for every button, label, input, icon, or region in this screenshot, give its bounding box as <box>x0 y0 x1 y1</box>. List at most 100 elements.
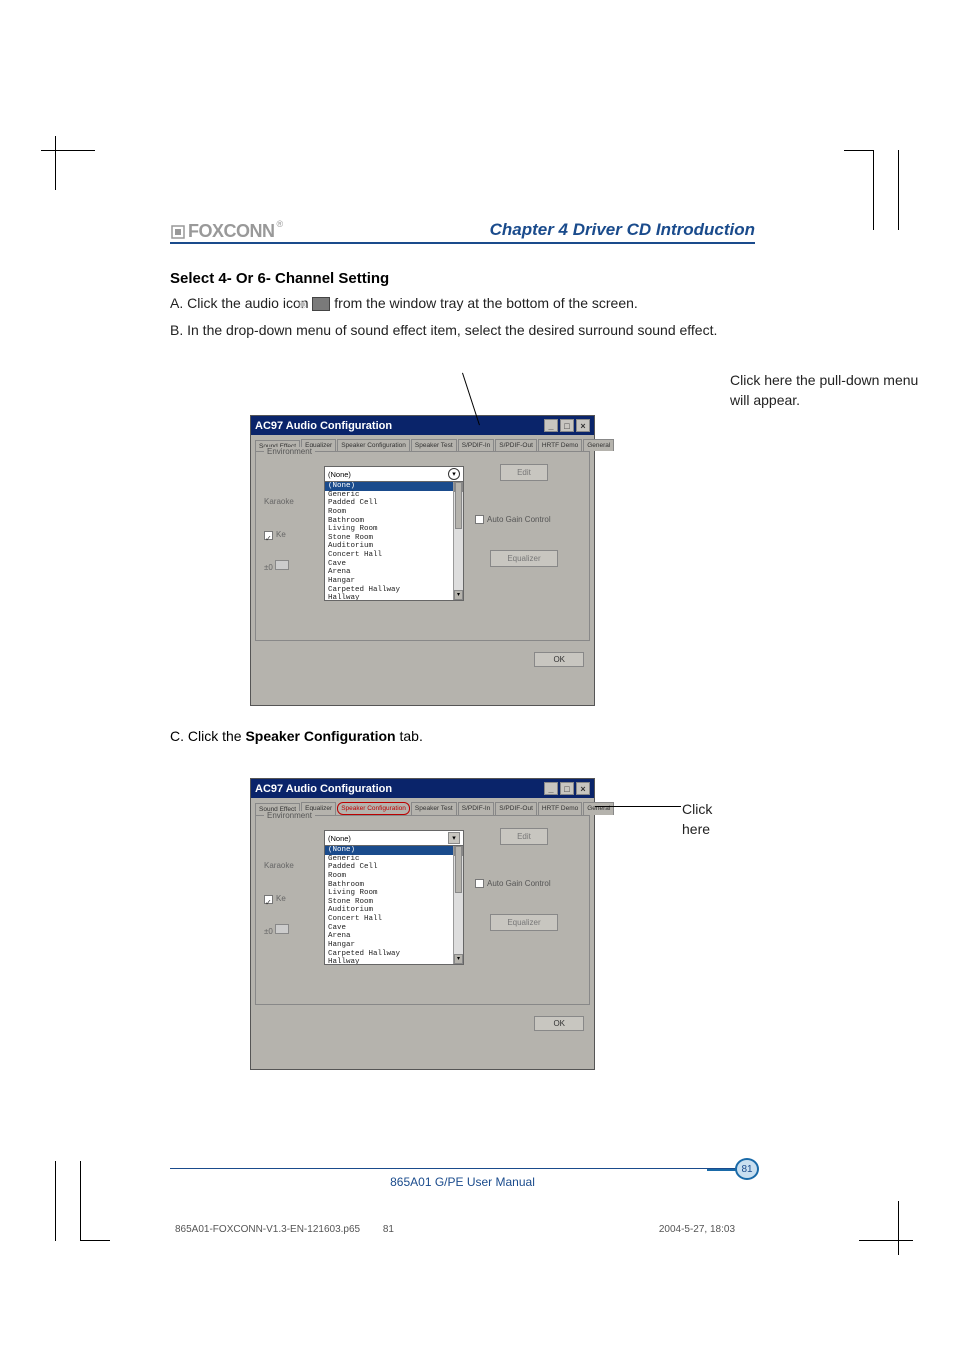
maximize-button[interactable]: □ <box>560 782 574 795</box>
dialog-bottom-bar: OK <box>251 645 594 705</box>
dropdown-item[interactable]: Arena <box>325 932 463 941</box>
audio-tray-icon <box>312 297 330 311</box>
step-a-suffix: from the window tray at the bottom of th… <box>334 295 637 311</box>
tab-general[interactable]: General <box>583 439 614 451</box>
edit-button[interactable]: Edit <box>500 828 548 845</box>
dropdown-item[interactable]: Hallway <box>325 958 463 964</box>
checkbox[interactable] <box>264 531 273 540</box>
scroll-thumb[interactable] <box>455 482 462 529</box>
dropdown-item[interactable]: (None) <box>325 846 463 855</box>
step-c: C. Click the Speaker Configuration tab. <box>170 728 755 744</box>
dropdown-item[interactable]: Living Room <box>325 889 463 898</box>
dropdown-item[interactable]: Living Room <box>325 525 463 534</box>
chevron-down-icon[interactable]: ▾ <box>448 468 460 480</box>
scroll-thumb[interactable] <box>455 846 462 893</box>
tab-spdif-in[interactable]: S/PDIF-In <box>458 439 495 451</box>
tab-hrtf-demo[interactable]: HRTF Demo <box>538 439 582 451</box>
dropdown-item[interactable]: Room <box>325 872 463 881</box>
dialog-2-wrap: Click here AC97 Audio Configuration _ □ … <box>250 778 595 1070</box>
dropdown-item[interactable]: Carpeted Hallway <box>325 950 463 959</box>
ac97-dialog-2: AC97 Audio Configuration _ □ × Sound Eff… <box>250 778 595 1070</box>
crop-mark-top-left <box>55 150 95 190</box>
tab-spdif-out[interactable]: S/PDIF-Out <box>495 439 537 451</box>
dropdown-item[interactable]: Hallway <box>325 594 463 600</box>
dropdown-item[interactable]: Room <box>325 508 463 517</box>
equalizer-button[interactable]: Equalizer <box>490 550 557 567</box>
crop-mark-bottom-left <box>55 1161 115 1241</box>
agc-label: Auto Gain Control <box>487 515 551 524</box>
dropdown-item[interactable]: Hangar <box>325 941 463 950</box>
maximize-button[interactable]: □ <box>560 419 574 432</box>
minimize-button[interactable]: _ <box>544 782 558 795</box>
print-timestamp: 2004-5-27, 18:03 <box>659 1224 735 1235</box>
dropdown-item[interactable]: Stone Room <box>325 534 463 543</box>
dropdown-list[interactable]: (None) Generic Padded Cell Room Bathroom… <box>325 482 463 600</box>
equalizer-button[interactable]: Equalizer <box>490 914 557 931</box>
checkbox-label: Ke <box>276 894 286 903</box>
dropdown-item[interactable]: Auditorium <box>325 542 463 551</box>
close-button[interactable]: × <box>576 419 590 432</box>
logo-icon <box>170 224 186 240</box>
dropdown-item[interactable]: Carpeted Hallway <box>325 586 463 595</box>
environment-dropdown[interactable]: (None) ▾ (None) Generic Padded Cell Room… <box>324 830 464 965</box>
dropdown-item[interactable]: Padded Cell <box>325 499 463 508</box>
step-a: A. Click the audio icon from the window … <box>170 293 755 314</box>
tab-spdif-out[interactable]: S/PDIF-Out <box>495 802 537 815</box>
step-c-bold: Speaker Configuration <box>245 728 395 744</box>
agc-checkbox[interactable] <box>475 515 484 524</box>
dropdown-selected: (None) <box>328 834 351 843</box>
dropdown-item[interactable]: Bathroom <box>325 517 463 526</box>
tab-speaker-test[interactable]: Speaker Test <box>411 802 457 815</box>
tab-speaker-config[interactable]: Speaker Configuration <box>337 802 410 815</box>
annotation-click-here: Click here <box>682 799 712 840</box>
page-header: FOXCONN ® Chapter 4 Driver CD Introducti… <box>170 220 755 244</box>
dropdown-selected-row[interactable]: (None) ▾ <box>325 831 463 846</box>
dropdown-item[interactable]: Hangar <box>325 577 463 586</box>
dropdown-item[interactable]: Cave <box>325 924 463 933</box>
scrollbar[interactable]: ▴ ▾ <box>453 482 463 600</box>
karaoke-group: Karaoke Ke ±0 <box>264 856 294 942</box>
source-file: 865A01-FOXCONN-V1.3-EN-121603.p65 <box>175 1224 360 1235</box>
environment-panel: Environment (None) ▾ (None) Generic Padd… <box>255 815 590 1005</box>
section-title: Select 4- Or 6- Channel Setting <box>170 270 755 287</box>
agc-checkbox[interactable] <box>475 879 484 888</box>
ok-button[interactable]: OK <box>534 652 584 667</box>
tab-hrtf-demo[interactable]: HRTF Demo <box>538 802 582 815</box>
dialog-bottom-bar: OK <box>251 1009 594 1069</box>
environment-dropdown[interactable]: (None) ▾ (None) Generic Padded Cell Room… <box>324 466 464 601</box>
dropdown-selected: (None) <box>328 470 351 479</box>
annotation-line-2 <box>595 806 681 807</box>
dropdown-item[interactable]: Generic <box>325 855 463 864</box>
dropdown-item[interactable]: Stone Room <box>325 898 463 907</box>
close-button[interactable]: × <box>576 782 590 795</box>
chevron-down-icon[interactable]: ▾ <box>448 832 460 844</box>
dropdown-item[interactable]: Bathroom <box>325 881 463 890</box>
scroll-down-icon[interactable]: ▾ <box>454 590 463 600</box>
tab-speaker-test[interactable]: Speaker Test <box>411 439 457 451</box>
dropdown-item[interactable]: Auditorium <box>325 906 463 915</box>
tab-spdif-in[interactable]: S/PDIF-In <box>458 802 495 815</box>
checkbox[interactable] <box>264 895 273 904</box>
print-page: 81 <box>383 1224 394 1235</box>
edit-button[interactable]: Edit <box>500 464 548 481</box>
print-metadata: 865A01-FOXCONN-V1.3-EN-121603.p65 81 200… <box>175 1224 735 1235</box>
karaoke-group: Karaoke Ke ±0 <box>264 492 294 578</box>
tab-general[interactable]: General <box>583 802 614 815</box>
dropdown-item[interactable]: Generic <box>325 491 463 500</box>
crop-mark-top-right <box>839 150 899 230</box>
scrollbar[interactable]: ▴ ▾ <box>453 846 463 964</box>
minimize-button[interactable]: _ <box>544 419 558 432</box>
tab-speaker-config[interactable]: Speaker Configuration <box>337 439 410 451</box>
dropdown-item[interactable]: Concert Hall <box>325 915 463 924</box>
dropdown-item[interactable]: Concert Hall <box>325 551 463 560</box>
dropdown-list[interactable]: (None) Generic Padded Cell Room Bathroom… <box>325 846 463 964</box>
dropdown-item[interactable]: Arena <box>325 568 463 577</box>
group-label: Environment <box>264 811 315 820</box>
step-c-prefix: C. Click the <box>170 728 245 744</box>
dropdown-item[interactable]: (None) <box>325 482 463 491</box>
dropdown-item[interactable]: Padded Cell <box>325 863 463 872</box>
dropdown-selected-row[interactable]: (None) ▾ <box>325 467 463 482</box>
scroll-down-icon[interactable]: ▾ <box>454 954 463 964</box>
ok-button[interactable]: OK <box>534 1016 584 1031</box>
dropdown-item[interactable]: Cave <box>325 560 463 569</box>
